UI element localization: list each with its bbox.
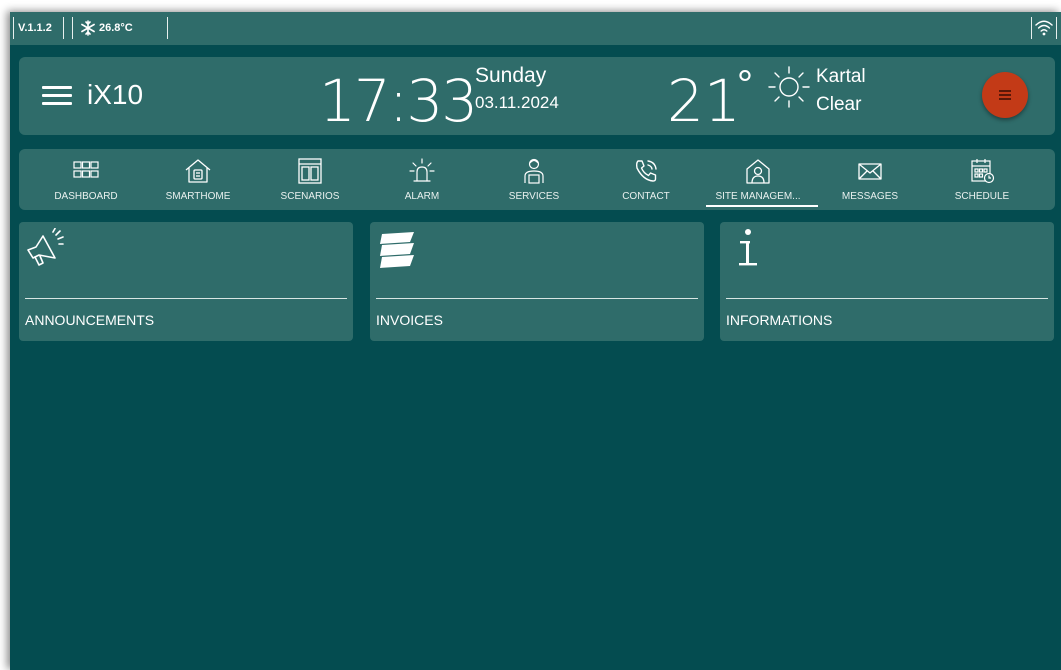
clock-time: 17:33 <box>319 67 478 135</box>
nav-contact[interactable]: CONTACT <box>590 149 702 210</box>
alarm-icon <box>409 158 435 182</box>
site-management-icon <box>746 159 770 184</box>
calendar-icon <box>971 159 995 184</box>
main-navigation: DASHBOARD SMARTHOME SCENARIOS ALARM SERV… <box>19 149 1055 210</box>
brand-title: iX10 <box>87 79 144 110</box>
announcements-card[interactable]: ANNOUNCEMENTS <box>19 222 353 341</box>
invoice-icon <box>380 232 414 268</box>
envelope-icon <box>858 163 882 180</box>
version-label: V.1.1.2 <box>13 17 64 39</box>
smarthome-icon <box>185 159 211 183</box>
indoor-temperature: 26.8°C <box>72 17 168 39</box>
active-tab-indicator <box>706 205 818 207</box>
services-icon <box>524 158 544 184</box>
grid-icon <box>73 161 99 178</box>
nav-schedule[interactable]: SCHEDULE <box>926 149 1038 210</box>
announcements-label: ANNOUNCEMENTS <box>25 312 155 328</box>
snowflake-icon <box>81 20 95 36</box>
clock-day: Sunday <box>475 64 547 87</box>
invoices-card[interactable]: INVOICES <box>370 222 704 341</box>
nav-dashboard-label: DASHBOARD <box>54 191 118 202</box>
nav-services[interactable]: SERVICES <box>478 149 590 210</box>
header-panel: iX10 17:33 Sunday 03.11.2024 21 ° Kartal… <box>19 57 1055 135</box>
status-bar: V.1.1.2 26.8°C <box>10 12 1061 45</box>
options-menu-button[interactable] <box>982 72 1028 118</box>
nav-scenarios-label: SCENARIOS <box>280 191 340 202</box>
scenarios-icon <box>298 158 322 184</box>
weather-city: Kartal <box>816 66 866 87</box>
nav-alarm[interactable]: ALARM <box>366 149 478 210</box>
wifi-icon <box>1035 20 1053 36</box>
nav-smarthome-label: SMARTHOME <box>165 191 231 202</box>
nav-contact-label: CONTACT <box>622 191 670 202</box>
card-divider <box>25 298 347 299</box>
nav-scenarios[interactable]: SCENARIOS <box>254 149 366 210</box>
nav-dashboard[interactable]: DASHBOARD <box>30 149 142 210</box>
phone-icon <box>635 160 657 182</box>
nav-messages[interactable]: MESSAGES <box>814 149 926 210</box>
nav-messages-label: MESSAGES <box>841 191 899 202</box>
card-divider <box>726 298 1048 299</box>
weather-condition: Clear <box>816 94 862 115</box>
sun-icon <box>768 66 810 108</box>
informations-card[interactable]: INFORMATIONS <box>720 222 1054 341</box>
nav-services-label: SERVICES <box>508 191 560 202</box>
degree-symbol: ° <box>737 63 753 107</box>
informations-label: INFORMATIONS <box>726 312 833 328</box>
info-icon <box>739 229 757 266</box>
indoor-temperature-value: 26.8°C <box>99 22 133 34</box>
nav-site-management[interactable]: SITE MANAGEM... <box>702 149 818 210</box>
wifi-status <box>1031 17 1057 39</box>
nav-site-management-label: SITE MANAGEM... <box>715 191 801 202</box>
device-screen: V.1.1.2 26.8°C iX10 17:33 Sunday 03.11.2… <box>10 12 1061 670</box>
hamburger-menu-icon[interactable] <box>40 83 74 109</box>
clock-date: 03.11.2024 <box>475 93 559 112</box>
nav-smarthome[interactable]: SMARTHOME <box>142 149 254 210</box>
megaphone-icon <box>27 228 64 266</box>
nav-schedule-label: SCHEDULE <box>954 191 1010 202</box>
invoices-label: INVOICES <box>376 312 443 328</box>
card-divider <box>376 298 698 299</box>
nav-alarm-label: ALARM <box>404 191 440 202</box>
outdoor-temperature: 21 <box>667 67 741 135</box>
